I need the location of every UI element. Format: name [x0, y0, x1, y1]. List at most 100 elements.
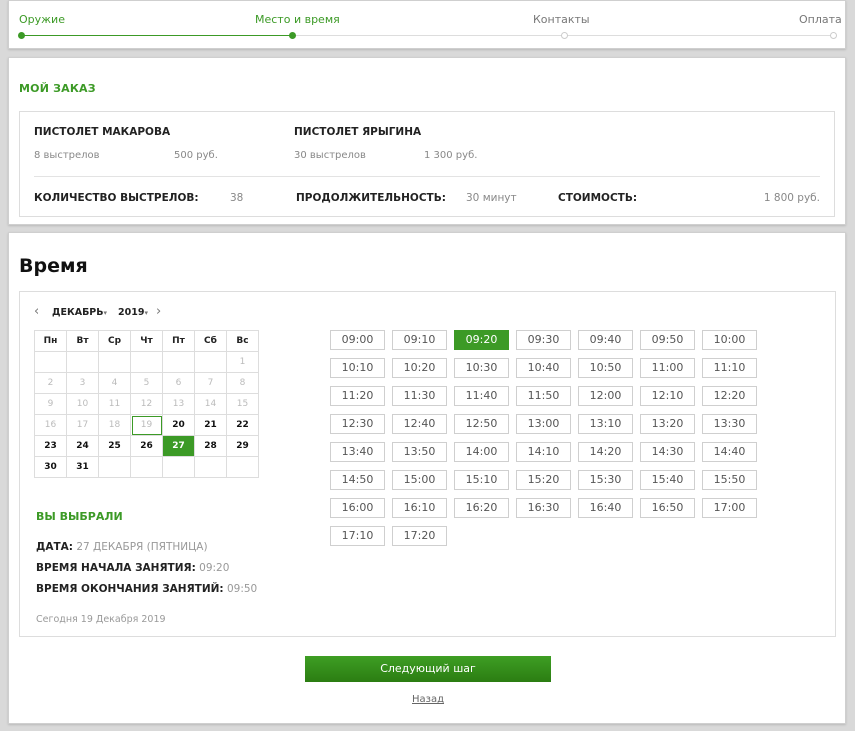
time-slot[interactable]: 11:30 [392, 386, 447, 406]
time-slot[interactable]: 14:40 [702, 442, 757, 462]
time-slot[interactable]: 14:30 [640, 442, 695, 462]
time-slot[interactable]: 14:10 [516, 442, 571, 462]
time-slot[interactable]: 10:40 [516, 358, 571, 378]
chosen-date-label: ДАТА: [36, 541, 73, 553]
calendar-day: 19 [130, 414, 163, 436]
weekday-header: Вс [226, 330, 259, 352]
weapon-shots: 30 выстрелов [294, 150, 366, 161]
time-slot[interactable]: 10:10 [330, 358, 385, 378]
weekday-header: Вт [66, 330, 99, 352]
time-slot[interactable]: 12:10 [640, 386, 695, 406]
time-slot[interactable]: 15:40 [640, 470, 695, 490]
weapon-shots: 8 выстрелов [34, 150, 100, 161]
step-payment[interactable]: Оплата [799, 13, 842, 26]
time-slot[interactable]: 15:30 [578, 470, 633, 490]
time-slot[interactable]: 09:50 [640, 330, 695, 350]
time-slot[interactable]: 09:40 [578, 330, 633, 350]
time-slot[interactable]: 11:50 [516, 386, 571, 406]
time-slot[interactable]: 12:00 [578, 386, 633, 406]
calendar-day: 15 [226, 393, 259, 415]
calendar-day[interactable]: 22 [226, 414, 259, 436]
order-details: ПИСТОЛЕТ МАКАРОВА 8 выстрелов 500 руб. П… [19, 111, 835, 217]
calendar-day[interactable]: 21 [194, 414, 227, 436]
month-select[interactable]: ДЕКАБРЬ▾ [52, 307, 107, 318]
time-slot[interactable]: 17:20 [392, 526, 447, 546]
calendar-day[interactable]: 26 [130, 435, 163, 457]
time-slot[interactable]: 11:10 [702, 358, 757, 378]
weapon-name: ПИСТОЛЕТ ЯРЫГИНА [294, 126, 422, 138]
calendar-day[interactable]: 31 [66, 456, 99, 478]
year-select[interactable]: 2019▾ [118, 307, 148, 318]
time-slot[interactable]: 15:00 [392, 470, 447, 490]
step-dot-place-time [289, 32, 296, 39]
calendar-empty-cell [162, 456, 195, 478]
chosen-start-label: ВРЕМЯ НАЧАЛА ЗАНЯТИЯ: [36, 562, 196, 574]
calendar-day: 17 [66, 414, 99, 436]
time-slot[interactable]: 14:50 [330, 470, 385, 490]
time-slot[interactable]: 12:30 [330, 414, 385, 434]
step-contacts[interactable]: Контакты [533, 13, 590, 26]
time-slot[interactable]: 11:00 [640, 358, 695, 378]
calendar-day[interactable]: 23 [34, 435, 67, 457]
next-step-button[interactable]: Следующий шаг [305, 656, 551, 682]
calendar-day[interactable]: 24 [66, 435, 99, 457]
calendar-day[interactable]: 20 [162, 414, 195, 436]
time-slot[interactable]: 11:20 [330, 386, 385, 406]
chosen-end: ВРЕМЯ ОКОНЧАНИЯ ЗАНЯТИЙ: 09:50 [36, 583, 257, 595]
time-slot[interactable]: 17:00 [702, 498, 757, 518]
calendar-day[interactable]: 30 [34, 456, 67, 478]
chosen-date: ДАТА: 27 ДЕКАБРЯ (ПЯТНИЦА) [36, 541, 208, 553]
chosen-start-value: 09:20 [199, 562, 230, 574]
step-weapon[interactable]: Оружие [19, 13, 65, 26]
time-slot[interactable]: 09:20 [454, 330, 509, 350]
time-slot[interactable]: 10:30 [454, 358, 509, 378]
time-slot[interactable]: 09:30 [516, 330, 571, 350]
time-slot[interactable]: 16:20 [454, 498, 509, 518]
time-slot[interactable]: 12:40 [392, 414, 447, 434]
time-slot[interactable]: 17:10 [330, 526, 385, 546]
calendar-day[interactable]: 27 [162, 435, 195, 457]
time-slot[interactable]: 13:30 [702, 414, 757, 434]
time-slot[interactable]: 13:20 [640, 414, 695, 434]
time-slot[interactable]: 10:50 [578, 358, 633, 378]
progress-track-fill [21, 35, 293, 36]
weekday-header: Сб [194, 330, 227, 352]
time-slot[interactable]: 15:20 [516, 470, 571, 490]
time-slot[interactable]: 10:00 [702, 330, 757, 350]
time-slot[interactable]: 11:40 [454, 386, 509, 406]
time-slot[interactable]: 13:50 [392, 442, 447, 462]
calendar-empty-cell [34, 351, 67, 373]
calendar-day: 2 [34, 372, 67, 394]
date-time-panel: ‹ ДЕКАБРЬ▾ 2019▾ › Пн Вт Ср Чт Пт Сб Вс 1 2 3 4 5 6 7… [19, 291, 836, 637]
time-slot[interactable]: 14:00 [454, 442, 509, 462]
time-slot[interactable]: 15:50 [702, 470, 757, 490]
time-slot[interactable]: 09:00 [330, 330, 385, 350]
time-slot[interactable]: 09:10 [392, 330, 447, 350]
time-slot[interactable]: 16:10 [392, 498, 447, 518]
time-slot[interactable]: 14:20 [578, 442, 633, 462]
calendar-day[interactable]: 28 [194, 435, 227, 457]
order-card: МОЙ ЗАКАЗ ПИСТОЛЕТ МАКАРОВА 8 выстрелов … [8, 57, 846, 225]
time-slot[interactable]: 13:40 [330, 442, 385, 462]
time-slot[interactable]: 15:10 [454, 470, 509, 490]
time-slot[interactable]: 16:30 [516, 498, 571, 518]
step-place-time[interactable]: Место и время [255, 13, 340, 26]
chosen-end-label: ВРЕМЯ ОКОНЧАНИЯ ЗАНЯТИЙ: [36, 583, 224, 595]
time-slot[interactable]: 10:20 [392, 358, 447, 378]
time-slot[interactable]: 13:10 [578, 414, 633, 434]
time-slot[interactable]: 16:50 [640, 498, 695, 518]
back-link[interactable]: Назад [412, 694, 444, 705]
time-slot[interactable]: 12:50 [454, 414, 509, 434]
next-month-icon[interactable]: › [156, 304, 161, 319]
calendar-day: 16 [34, 414, 67, 436]
calendar-day[interactable]: 29 [226, 435, 259, 457]
prev-month-icon[interactable]: ‹ [34, 304, 39, 319]
calendar-day[interactable]: 25 [98, 435, 131, 457]
time-slot[interactable]: 16:00 [330, 498, 385, 518]
chosen-date-value: 27 ДЕКАБРЯ (ПЯТНИЦА) [76, 541, 208, 553]
calendar-day: 7 [194, 372, 227, 394]
calendar-empty-cell [162, 351, 195, 373]
time-slot[interactable]: 13:00 [516, 414, 571, 434]
time-slot[interactable]: 12:20 [702, 386, 757, 406]
time-slot[interactable]: 16:40 [578, 498, 633, 518]
